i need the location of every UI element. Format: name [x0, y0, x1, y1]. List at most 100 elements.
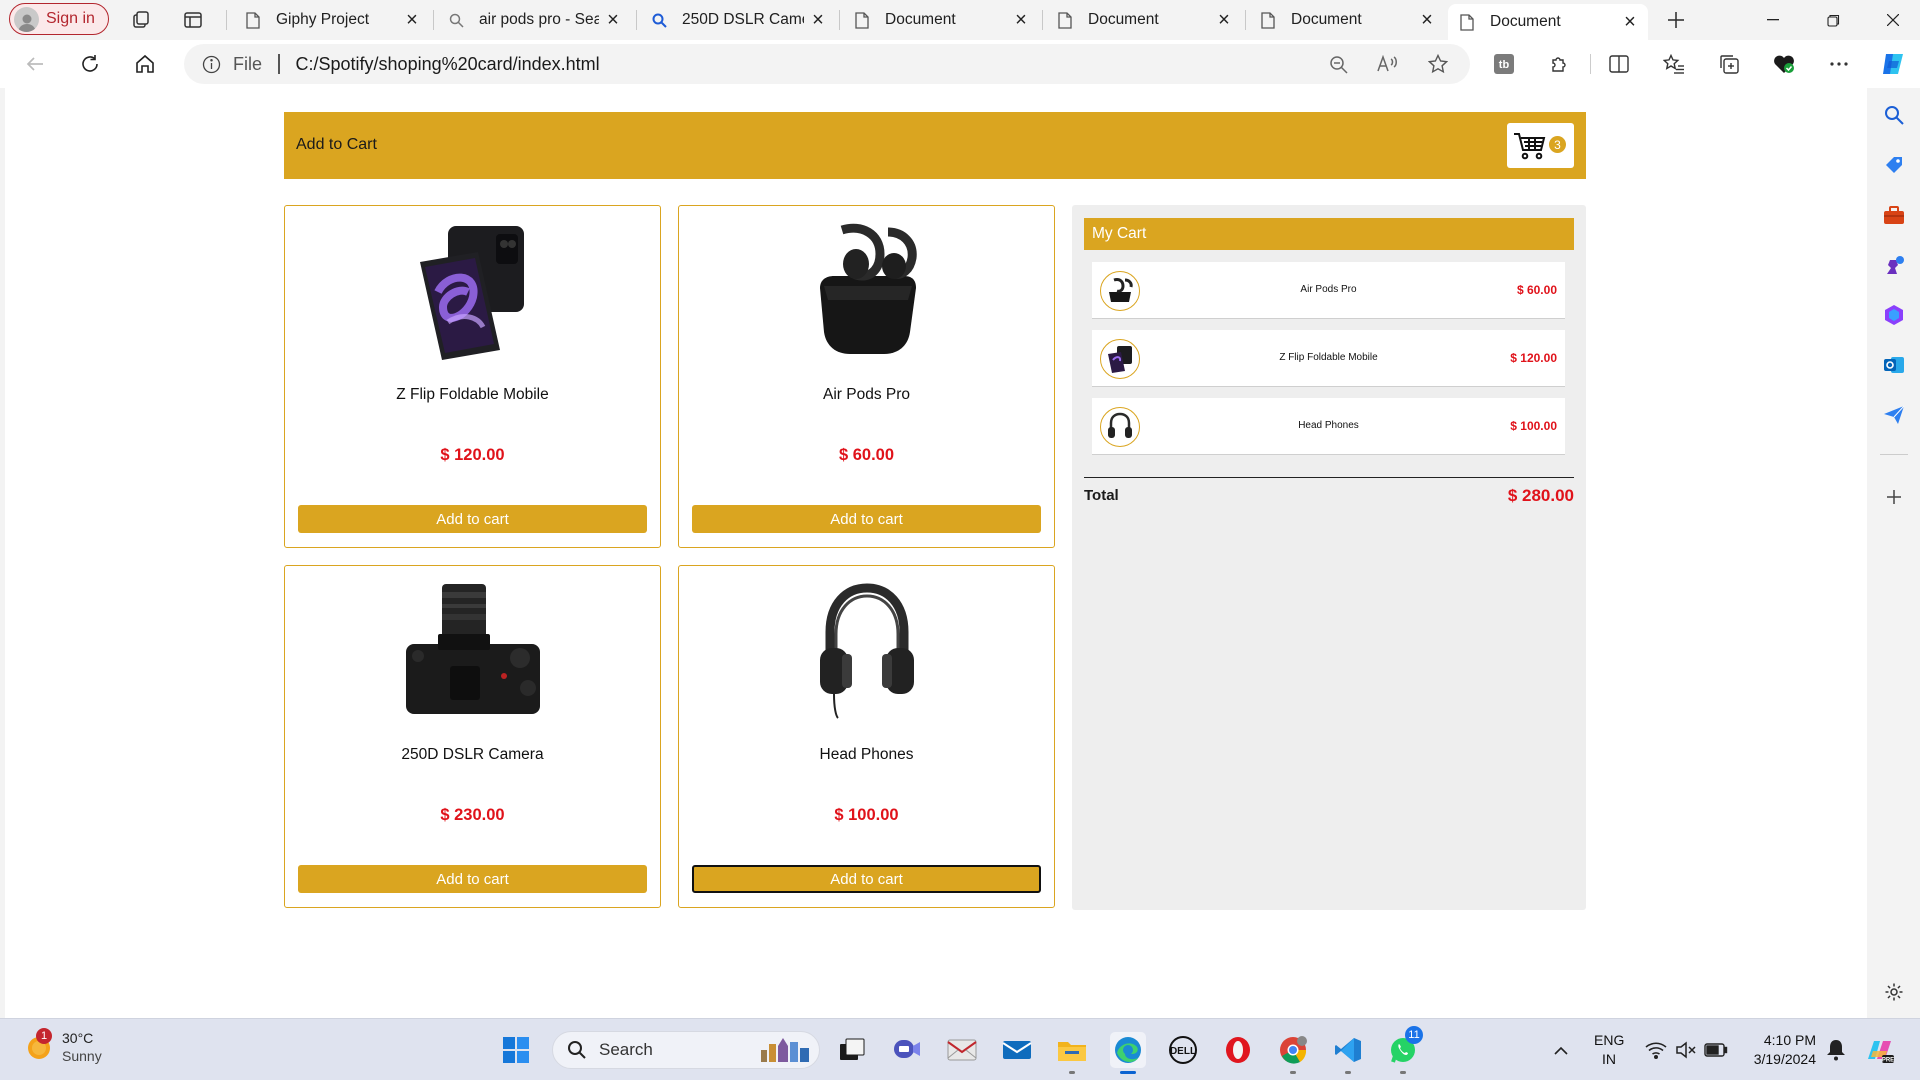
tab-title: 250D DSLR Camera [682, 11, 804, 28]
tab-document-active[interactable]: Document × [1448, 4, 1648, 40]
browser-essentials-icon[interactable] [1768, 48, 1800, 80]
close-tab-icon[interactable]: × [1216, 9, 1232, 31]
opera-browser-icon[interactable] [1220, 1032, 1256, 1068]
zoom-out-icon[interactable] [1322, 48, 1354, 80]
dell-app-icon[interactable]: DELL [1165, 1032, 1201, 1068]
sidebar-outlook-icon[interactable] [1882, 353, 1906, 377]
sidebar-search-icon[interactable] [1882, 103, 1906, 127]
copilot-icon[interactable] [1877, 48, 1909, 80]
close-tab-icon[interactable]: × [1419, 9, 1435, 31]
minimize-icon[interactable] [1750, 0, 1796, 40]
add-to-cart-button[interactable]: Add to cart [298, 865, 647, 893]
taskbar-search[interactable]: Search [552, 1031, 820, 1069]
copilot-preview-icon[interactable]: PRE [1862, 1032, 1898, 1068]
sidebar-drop-icon[interactable] [1882, 403, 1906, 427]
product-card: Air Pods Pro $ 60.00 Add to cart [678, 205, 1055, 548]
my-cart-title: My Cart [1084, 218, 1574, 250]
close-tab-icon[interactable]: × [404, 9, 420, 31]
more-menu-icon[interactable] [1823, 48, 1855, 80]
extensions-icon[interactable] [1543, 48, 1575, 80]
tab-title: Document [1088, 11, 1159, 28]
close-tab-icon[interactable]: × [810, 9, 826, 31]
workspaces-icon[interactable] [127, 6, 155, 34]
page-icon [853, 11, 871, 29]
outlook-mail-icon[interactable] [999, 1032, 1035, 1068]
whatsapp-icon[interactable]: 11 [1385, 1026, 1423, 1074]
tab-document-1[interactable]: Document × [843, 4, 1039, 36]
search-icon [447, 11, 465, 29]
battery-icon[interactable] [1698, 1032, 1734, 1068]
tab-title: Document [885, 11, 956, 28]
tab-document-3[interactable]: Document × [1249, 4, 1445, 36]
favorite-star-icon[interactable] [1422, 48, 1454, 80]
shop-header: Add to Cart 3 [284, 112, 1586, 179]
teams-meet-icon[interactable] [889, 1032, 925, 1068]
show-hidden-icons-chevron-icon[interactable] [1543, 1032, 1579, 1068]
home-icon[interactable] [129, 48, 161, 80]
sign-in-button[interactable]: Sign in [9, 3, 109, 35]
edge-browser-icon[interactable] [1110, 1032, 1146, 1074]
file-explorer-icon[interactable] [1054, 1032, 1090, 1074]
sidebar-settings-icon[interactable] [1882, 980, 1906, 1004]
mail-app-icon[interactable] [944, 1032, 980, 1068]
weather-badge: 1 [36, 1028, 52, 1044]
tab-title: Document [1490, 13, 1561, 30]
restore-icon[interactable] [1810, 0, 1856, 40]
cart-item: Air Pods Pro $ 60.00 [1092, 262, 1565, 319]
search-icon [567, 1040, 587, 1060]
refresh-icon[interactable] [74, 48, 106, 80]
close-tab-icon[interactable]: × [1013, 9, 1029, 31]
close-window-icon[interactable] [1870, 0, 1916, 40]
tab-giphy-project[interactable]: Giphy Project × [234, 4, 430, 36]
notifications-bell-icon[interactable] [1818, 1032, 1854, 1068]
favorites-icon[interactable] [1658, 48, 1690, 80]
windows-start-icon[interactable] [498, 1032, 534, 1068]
search-highlight-icon [757, 1036, 813, 1064]
sidebar-shopping-icon[interactable] [1882, 153, 1906, 177]
cart-item-price: $ 100.00 [1510, 419, 1557, 433]
omnibox[interactable]: File C:/Spotify/shoping%20card/index.htm… [184, 44, 1470, 84]
collections-icon[interactable] [1713, 48, 1745, 80]
scheme-label: File [233, 53, 263, 74]
whatsapp-badge: 11 [1405, 1026, 1423, 1044]
weather-temp: 30°C [62, 1030, 94, 1046]
product-name: Z Flip Foldable Mobile [396, 386, 549, 403]
split-screen-icon[interactable] [1603, 48, 1635, 80]
add-to-cart-button[interactable]: Add to cart [692, 865, 1041, 893]
product-card: Z Flip Foldable Mobile $ 120.00 Add to c… [284, 205, 661, 548]
chrome-browser-icon[interactable] [1275, 1032, 1311, 1074]
add-to-cart-button[interactable]: Add to cart [298, 505, 647, 533]
weather-widget[interactable]: 1 30°C Sunny [26, 1028, 102, 1065]
close-tab-icon[interactable]: × [1622, 11, 1638, 33]
profile-avatar-icon [14, 6, 39, 32]
url-text[interactable]: C:/Spotify/shoping%20card/index.html [296, 54, 600, 75]
vscode-icon[interactable] [1330, 1032, 1366, 1074]
language-line1: ENG [1594, 1032, 1625, 1048]
sidebar-games-icon[interactable] [1882, 253, 1906, 277]
add-to-cart-button[interactable]: Add to cart [692, 505, 1041, 533]
cart-count-badge: 3 [1549, 136, 1566, 153]
close-tab-icon[interactable]: × [605, 9, 621, 31]
back-icon[interactable] [19, 48, 51, 80]
task-view-icon[interactable] [834, 1032, 870, 1068]
tab-actions-icon[interactable] [179, 6, 207, 34]
tab-document-2[interactable]: Document × [1046, 4, 1242, 36]
cart-item: Head Phones $ 100.00 [1092, 398, 1565, 455]
zflip-phone-image [398, 222, 548, 362]
page-icon [1056, 11, 1074, 29]
new-tab-icon[interactable] [1662, 6, 1690, 34]
clock[interactable]: 4:10 PM 3/19/2024 [1744, 1031, 1816, 1069]
sidebar-microsoft365-icon[interactable] [1882, 303, 1906, 327]
sidebar-add-icon[interactable] [1882, 485, 1906, 509]
extension-tb-icon[interactable]: tb [1488, 48, 1520, 80]
read-aloud-icon[interactable] [1372, 48, 1404, 80]
page-icon [244, 11, 262, 29]
product-card: 250D DSLR Camera $ 230.00 Add to cart [284, 565, 661, 908]
cart-button[interactable]: 3 [1507, 123, 1574, 168]
tab-air-pods-search[interactable]: air pods pro - Search × [437, 4, 633, 36]
sidebar-tools-icon[interactable] [1882, 203, 1906, 227]
info-icon[interactable] [202, 55, 221, 74]
language-indicator[interactable]: ENG IN [1594, 1031, 1624, 1069]
clock-date: 3/19/2024 [1753, 1051, 1816, 1067]
tab-dslr-camera-search[interactable]: 250D DSLR Camera × [640, 4, 836, 36]
